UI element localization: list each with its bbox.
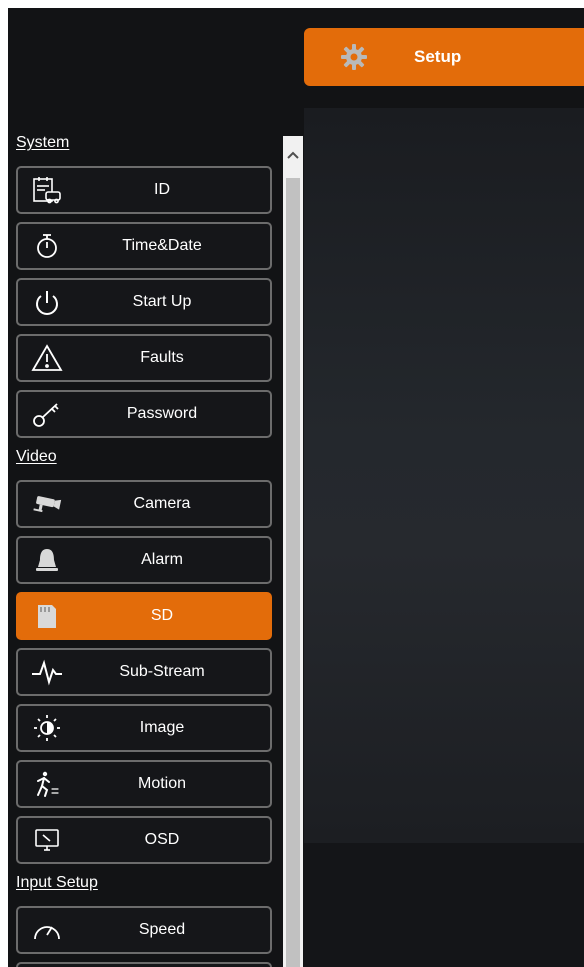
warning-icon [30, 343, 64, 373]
menu-item-camera[interactable]: Camera [16, 480, 272, 528]
menu-item-image[interactable]: Image [16, 704, 272, 752]
menu-item-sub-stream[interactable]: Sub-Stream [16, 648, 272, 696]
menu-item-label: Alarm [141, 551, 183, 568]
app-window: Setup System ID Time&Date Start Up Fault… [8, 8, 584, 967]
running-person-icon [30, 769, 64, 799]
menu-item-password[interactable]: Password [16, 390, 272, 438]
setup-tab[interactable]: Setup [304, 28, 584, 86]
id-card-icon [30, 175, 64, 205]
menu-item-next[interactable] [16, 962, 272, 967]
menu-item-label: Motion [137, 775, 187, 792]
section-label-video: Video [16, 448, 57, 465]
stopwatch-icon [30, 231, 64, 261]
scroll-thumb[interactable] [286, 178, 300, 967]
menu-item-label: ID [154, 181, 170, 198]
menu-item-label: Faults [140, 349, 184, 366]
menu-item-faults[interactable]: Faults [16, 334, 272, 382]
menu-item-label: Camera [133, 495, 191, 512]
menu-item-label: Start Up [132, 293, 192, 310]
key-icon [30, 399, 64, 429]
speedometer-icon [30, 915, 64, 945]
menu-item-id[interactable]: ID [16, 166, 272, 214]
sidebar: System ID Time&Date Start Up Faults Pass… [8, 128, 304, 967]
menu-item-motion[interactable]: Motion [16, 760, 272, 808]
menu-item-start-up[interactable]: Start Up [16, 278, 272, 326]
camera-icon [30, 489, 64, 519]
chevron-up-icon [287, 151, 299, 159]
menu-item-label: Speed [138, 921, 186, 938]
gear-icon [341, 44, 367, 70]
monitor-icon [30, 825, 64, 855]
section-label-input-setup: Input Setup [16, 874, 98, 891]
waveform-icon [30, 657, 64, 687]
power-icon [30, 287, 64, 317]
main-content-area [304, 108, 584, 843]
sidebar-scrollbar[interactable] [283, 136, 303, 967]
menu-item-time-date[interactable]: Time&Date [16, 222, 272, 270]
bell-icon [30, 545, 64, 575]
sd-card-icon [30, 601, 64, 631]
menu-item-sd[interactable]: SD [16, 592, 272, 640]
menu-item-label: Time&Date [122, 237, 202, 254]
menu-item-label: Image [139, 719, 185, 736]
menu-item-speed[interactable]: Speed [16, 906, 272, 954]
setup-tab-label: Setup [414, 47, 462, 66]
menu-item-label: SD [150, 607, 174, 624]
bottom-strip [304, 843, 584, 967]
section-label-system: System [16, 134, 70, 151]
menu-item-label: Sub-Stream [119, 663, 205, 680]
brightness-icon [30, 713, 64, 743]
menu-item-osd[interactable]: OSD [16, 816, 272, 864]
menu-item-label: OSD [144, 831, 180, 848]
menu-item-alarm[interactable]: Alarm [16, 536, 272, 584]
scroll-up-button[interactable] [283, 136, 303, 174]
menu-item-label: Password [126, 405, 198, 422]
